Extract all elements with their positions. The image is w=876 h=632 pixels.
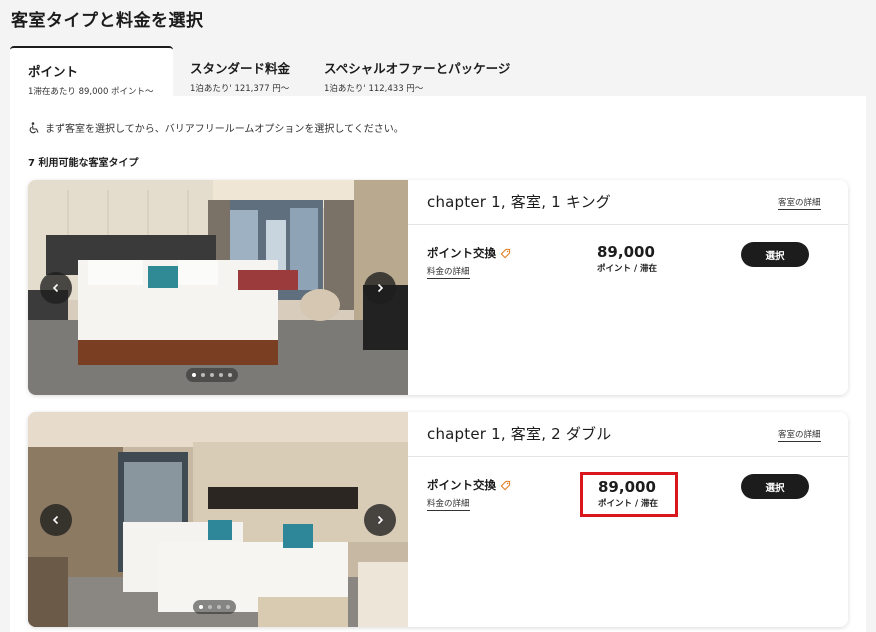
room-photo bbox=[28, 412, 408, 627]
price-box-highlighted: 89,000 ポイント / 滞在 bbox=[580, 472, 678, 517]
price-unit: ポイント / 滞在 bbox=[597, 264, 658, 274]
price-box: 89,000 ポイント / 滞在 bbox=[597, 243, 657, 274]
page-title: 客室タイプと料金を選択 bbox=[11, 11, 204, 31]
select-button[interactable]: 選択 bbox=[741, 242, 809, 267]
wheelchair-icon bbox=[29, 121, 39, 133]
carousel-dot[interactable] bbox=[208, 605, 212, 609]
room-name: chapter 1, 客室, 2 ダブル bbox=[427, 425, 612, 443]
room-info: chapter 1, 客室, 2 ダブル 客室の詳細 ポイント交換 料金の詳細 … bbox=[408, 412, 848, 627]
tab-label: スペシャルオファーとパッケージ bbox=[324, 61, 511, 76]
carousel-next-button[interactable] bbox=[364, 504, 396, 536]
rate-name: ポイント交換 bbox=[427, 477, 511, 493]
room-details-link[interactable]: 客室の詳細 bbox=[778, 428, 821, 442]
room-info: chapter 1, 客室, 1 キング 客室の詳細 ポイント交換 料金の詳細 … bbox=[408, 180, 848, 395]
chevron-right-icon bbox=[377, 515, 384, 525]
room-results-panel: まず客室を選択してから、バリアフリールームオプションを選択してください。 7 利… bbox=[10, 96, 866, 632]
tab-standard-rate[interactable]: スタンダード料金 1泊あたり' 121,377 円～ bbox=[172, 46, 302, 96]
room-photo-king bbox=[28, 180, 408, 395]
tab-sublabel: 1泊あたり' 121,377 円～ bbox=[190, 84, 290, 94]
carousel-dot[interactable] bbox=[192, 373, 196, 377]
tab-label: スタンダード料金 bbox=[190, 61, 291, 76]
carousel-dots bbox=[193, 600, 236, 614]
price-unit: ポイント / 滞在 bbox=[598, 499, 659, 509]
tab-label: ポイント bbox=[28, 64, 79, 79]
tab-points[interactable]: ポイント 1滞在あたり 89,000 ポイント～ bbox=[10, 46, 173, 97]
chevron-right-icon bbox=[377, 283, 384, 293]
divider bbox=[408, 456, 848, 457]
select-button[interactable]: 選択 bbox=[741, 474, 809, 499]
chevron-left-icon bbox=[52, 283, 59, 293]
carousel-next-button[interactable] bbox=[364, 272, 396, 304]
carousel-dot[interactable] bbox=[201, 373, 205, 377]
chevron-left-icon bbox=[52, 515, 59, 525]
tab-special-offers[interactable]: スペシャルオファーとパッケージ 1泊あたり' 112,433 円～ bbox=[306, 46, 526, 96]
carousel-dot[interactable] bbox=[199, 605, 203, 609]
available-room-count: 7 利用可能な客室タイプ bbox=[28, 158, 139, 169]
rate-details-link[interactable]: 料金の詳細 bbox=[427, 497, 470, 511]
carousel-dot[interactable] bbox=[226, 605, 230, 609]
rate-name-text: ポイント交換 bbox=[427, 478, 496, 492]
rate-details-link[interactable]: 料金の詳細 bbox=[427, 265, 470, 279]
room-card: chapter 1, 客室, 1 キング 客室の詳細 ポイント交換 料金の詳細 … bbox=[28, 180, 848, 395]
room-photo bbox=[28, 180, 408, 395]
room-photo-double bbox=[28, 412, 408, 627]
carousel-dot[interactable] bbox=[228, 373, 232, 377]
carousel-dots bbox=[186, 368, 238, 382]
room-name: chapter 1, 客室, 1 キング bbox=[427, 193, 611, 211]
tag-icon bbox=[500, 480, 511, 490]
carousel-dot[interactable] bbox=[210, 373, 214, 377]
carousel-dot[interactable] bbox=[219, 373, 223, 377]
rate-tabs: ポイント 1滞在あたり 89,000 ポイント～ スタンダード料金 1泊あたり'… bbox=[10, 46, 866, 97]
tab-sublabel: 1泊あたり' 112,433 円～ bbox=[324, 84, 424, 94]
carousel-prev-button[interactable] bbox=[40, 504, 72, 536]
rate-name: ポイント交換 bbox=[427, 245, 511, 261]
price-value: 89,000 bbox=[597, 243, 655, 261]
rate-name-text: ポイント交換 bbox=[427, 246, 496, 260]
divider bbox=[408, 224, 848, 225]
accessibility-note-text: まず客室を選択してから、バリアフリールームオプションを選択してください。 bbox=[45, 124, 404, 135]
room-card: chapter 1, 客室, 2 ダブル 客室の詳細 ポイント交換 料金の詳細 … bbox=[28, 412, 848, 627]
carousel-prev-button[interactable] bbox=[40, 272, 72, 304]
carousel-dot[interactable] bbox=[217, 605, 221, 609]
room-details-link[interactable]: 客室の詳細 bbox=[778, 196, 821, 210]
accessibility-note: まず客室を選択してから、バリアフリールームオプションを選択してください。 bbox=[28, 120, 404, 135]
tag-icon bbox=[500, 248, 511, 258]
price-value: 89,000 bbox=[598, 478, 656, 496]
